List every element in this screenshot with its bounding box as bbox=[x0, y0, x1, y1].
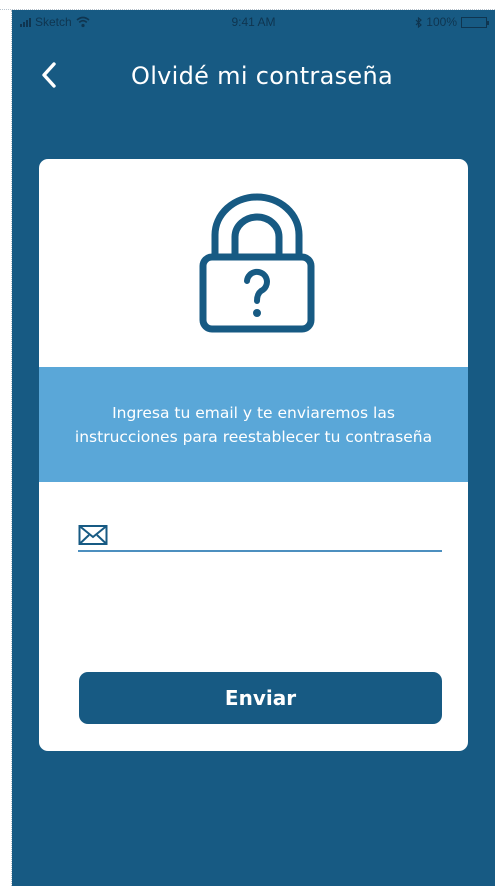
email-field[interactable] bbox=[78, 519, 442, 552]
back-button[interactable] bbox=[34, 58, 64, 92]
left-guide bbox=[0, 10, 12, 886]
instructions-band: Ingresa tu email y te enviaremos las ins… bbox=[39, 367, 468, 482]
email-input[interactable] bbox=[108, 519, 442, 550]
top-guide bbox=[0, 0, 495, 10]
battery-label: 100% bbox=[426, 15, 457, 29]
lock-question-icon bbox=[199, 193, 315, 333]
status-right: 100% bbox=[415, 15, 489, 29]
page-title: Olvidé mi contraseña bbox=[131, 62, 393, 90]
status-bar: Sketch 9:41 AM 100% bbox=[12, 10, 495, 36]
battery-icon bbox=[461, 16, 489, 28]
send-button[interactable]: Enviar bbox=[79, 672, 442, 724]
forgot-password-card: Ingresa tu email y te enviaremos las ins… bbox=[39, 159, 468, 751]
phone-screen: Sketch 9:41 AM 100% Olvidé mi contraseña bbox=[12, 10, 495, 886]
mail-icon bbox=[78, 524, 108, 545]
instructions-text: Ingresa tu email y te enviaremos las ins… bbox=[74, 403, 433, 446]
nav-bar: Olvidé mi contraseña bbox=[12, 50, 495, 100]
send-button-label: Enviar bbox=[224, 686, 297, 710]
chevron-left-icon bbox=[42, 62, 56, 88]
bluetooth-icon bbox=[415, 16, 423, 28]
